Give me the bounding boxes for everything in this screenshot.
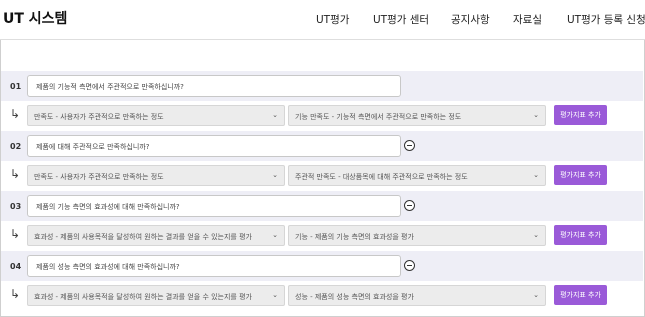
subitem-arrow-icon: ↳ [10,167,21,181]
add-metric-button[interactable]: 평가지표 추가 [554,225,607,245]
metric-select-secondary[interactable]: 성능 - 제품의 성능 측면의 효과성을 평가 ⌄ [288,285,546,306]
chevron-down-icon: ⌄ [533,291,539,299]
subitem-arrow-icon: ↳ [10,227,21,241]
top-header: UT 시스템 UT평가 UT평가 센터 공지사항 자료실 UT평가 등록 신청 [0,0,645,40]
add-metric-button[interactable]: 평가지표 추가 [554,285,607,305]
question-row: 02 제품에 대해 주관적으로 만족하십니까? [1,131,643,161]
chevron-down-icon: ⌄ [272,231,278,239]
metric-select-value: 기능 - 제품의 기능 측면의 효과성을 평가 [295,233,414,241]
metric-select-primary[interactable]: 만족도 - 사용자가 주관적으로 만족하는 정도 ⌄ [27,105,285,126]
remove-question-icon[interactable] [404,140,415,151]
nav-archive[interactable]: 자료실 [513,12,542,27]
metric-select-secondary[interactable]: 기능 만족도 - 기능적 측면에서 주관적으로 만족하는 정도 ⌄ [288,105,546,126]
chevron-down-icon: ⌄ [533,171,539,179]
question-row: 04 제품의 성능 측면의 효과성에 대해 만족하십니까? [1,251,643,281]
chevron-down-icon: ⌄ [533,111,539,119]
brand-logo[interactable]: UT 시스템 [3,8,67,28]
subitem-arrow-icon: ↳ [10,107,21,121]
metric-select-value: 성능 - 제품의 성능 측면의 효과성을 평가 [295,293,414,301]
metric-select-value: 효과성 - 제품의 사용목적을 달성하여 원하는 결과를 얻을 수 있는지를 평… [34,293,252,301]
chevron-down-icon: ⌄ [272,291,278,299]
metric-select-secondary[interactable]: 주관적 만족도 - 대상품목에 대해 주관적으로 만족하는 정도 ⌄ [288,165,546,186]
question-input[interactable]: 제품의 성능 측면의 효과성에 대해 만족하십니까? [27,255,401,277]
question-number: 03 [10,202,22,211]
remove-question-icon[interactable] [404,260,415,271]
metric-select-secondary[interactable]: 기능 - 제품의 기능 측면의 효과성을 평가 ⌄ [288,225,546,246]
metric-row: ↳ 만족도 - 사용자가 주관적으로 만족하는 정도 ⌄ 기능 만족도 - 기능… [1,101,643,131]
metric-select-value: 기능 만족도 - 기능적 측면에서 주관적으로 만족하는 정도 [295,113,462,121]
chevron-down-icon: ⌄ [533,231,539,239]
question-input[interactable]: 제품의 기능 측면의 효과성에 대해 만족하십니까? [27,195,401,217]
question-input[interactable]: 제품에 대해 주관적으로 만족하십니까? [27,135,401,157]
nav-register[interactable]: UT평가 등록 신청 [567,12,645,27]
question-row: 01 제품의 기능적 측면에서 주관적으로 만족하십니까? [1,71,643,101]
metric-select-primary[interactable]: 만족도 - 사용자가 주관적으로 만족하는 정도 ⌄ [27,165,285,186]
question-row: 03 제품의 기능 측면의 효과성에 대해 만족하십니까? [1,191,643,221]
metric-select-value: 주관적 만족도 - 대상품목에 대해 주관적으로 만족하는 정도 [295,173,468,181]
metric-select-primary[interactable]: 효과성 - 제품의 사용목적을 달성하여 원하는 결과를 얻을 수 있는지를 평… [27,225,285,246]
chevron-down-icon: ⌄ [272,111,278,119]
metric-row: ↳ 효과성 - 제품의 사용목적을 달성하여 원하는 결과를 얻을 수 있는지를… [1,221,643,251]
question-number: 01 [10,82,22,91]
metric-select-value: 만족도 - 사용자가 주관적으로 만족하는 정도 [34,173,164,181]
metric-select-primary[interactable]: 효과성 - 제품의 사용목적을 달성하여 원하는 결과를 얻을 수 있는지를 평… [27,285,285,306]
question-list: 01 제품의 기능적 측면에서 주관적으로 만족하십니까? ↳ 만족도 - 사용… [1,71,643,311]
subitem-arrow-icon: ↳ [10,287,21,301]
question-number: 02 [10,142,22,151]
chevron-down-icon: ⌄ [272,171,278,179]
metric-row: ↳ 효과성 - 제품의 사용목적을 달성하여 원하는 결과를 얻을 수 있는지를… [1,281,643,311]
question-input[interactable]: 제품의 기능적 측면에서 주관적으로 만족하십니까? [27,75,401,97]
nav-ut-center[interactable]: UT평가 센터 [373,12,429,27]
metric-row: ↳ 만족도 - 사용자가 주관적으로 만족하는 정도 ⌄ 주관적 만족도 - 대… [1,161,643,191]
remove-question-icon[interactable] [404,200,415,211]
metric-select-value: 효과성 - 제품의 사용목적을 달성하여 원하는 결과를 얻을 수 있는지를 평… [34,233,252,241]
nav-ut-eval[interactable]: UT평가 [316,12,349,27]
metric-select-value: 만족도 - 사용자가 주관적으로 만족하는 정도 [34,113,164,121]
add-metric-button[interactable]: 평가지표 추가 [554,105,607,125]
nav-notice[interactable]: 공지사항 [451,12,490,27]
add-metric-button[interactable]: 평가지표 추가 [554,165,607,185]
question-number: 04 [10,262,22,271]
